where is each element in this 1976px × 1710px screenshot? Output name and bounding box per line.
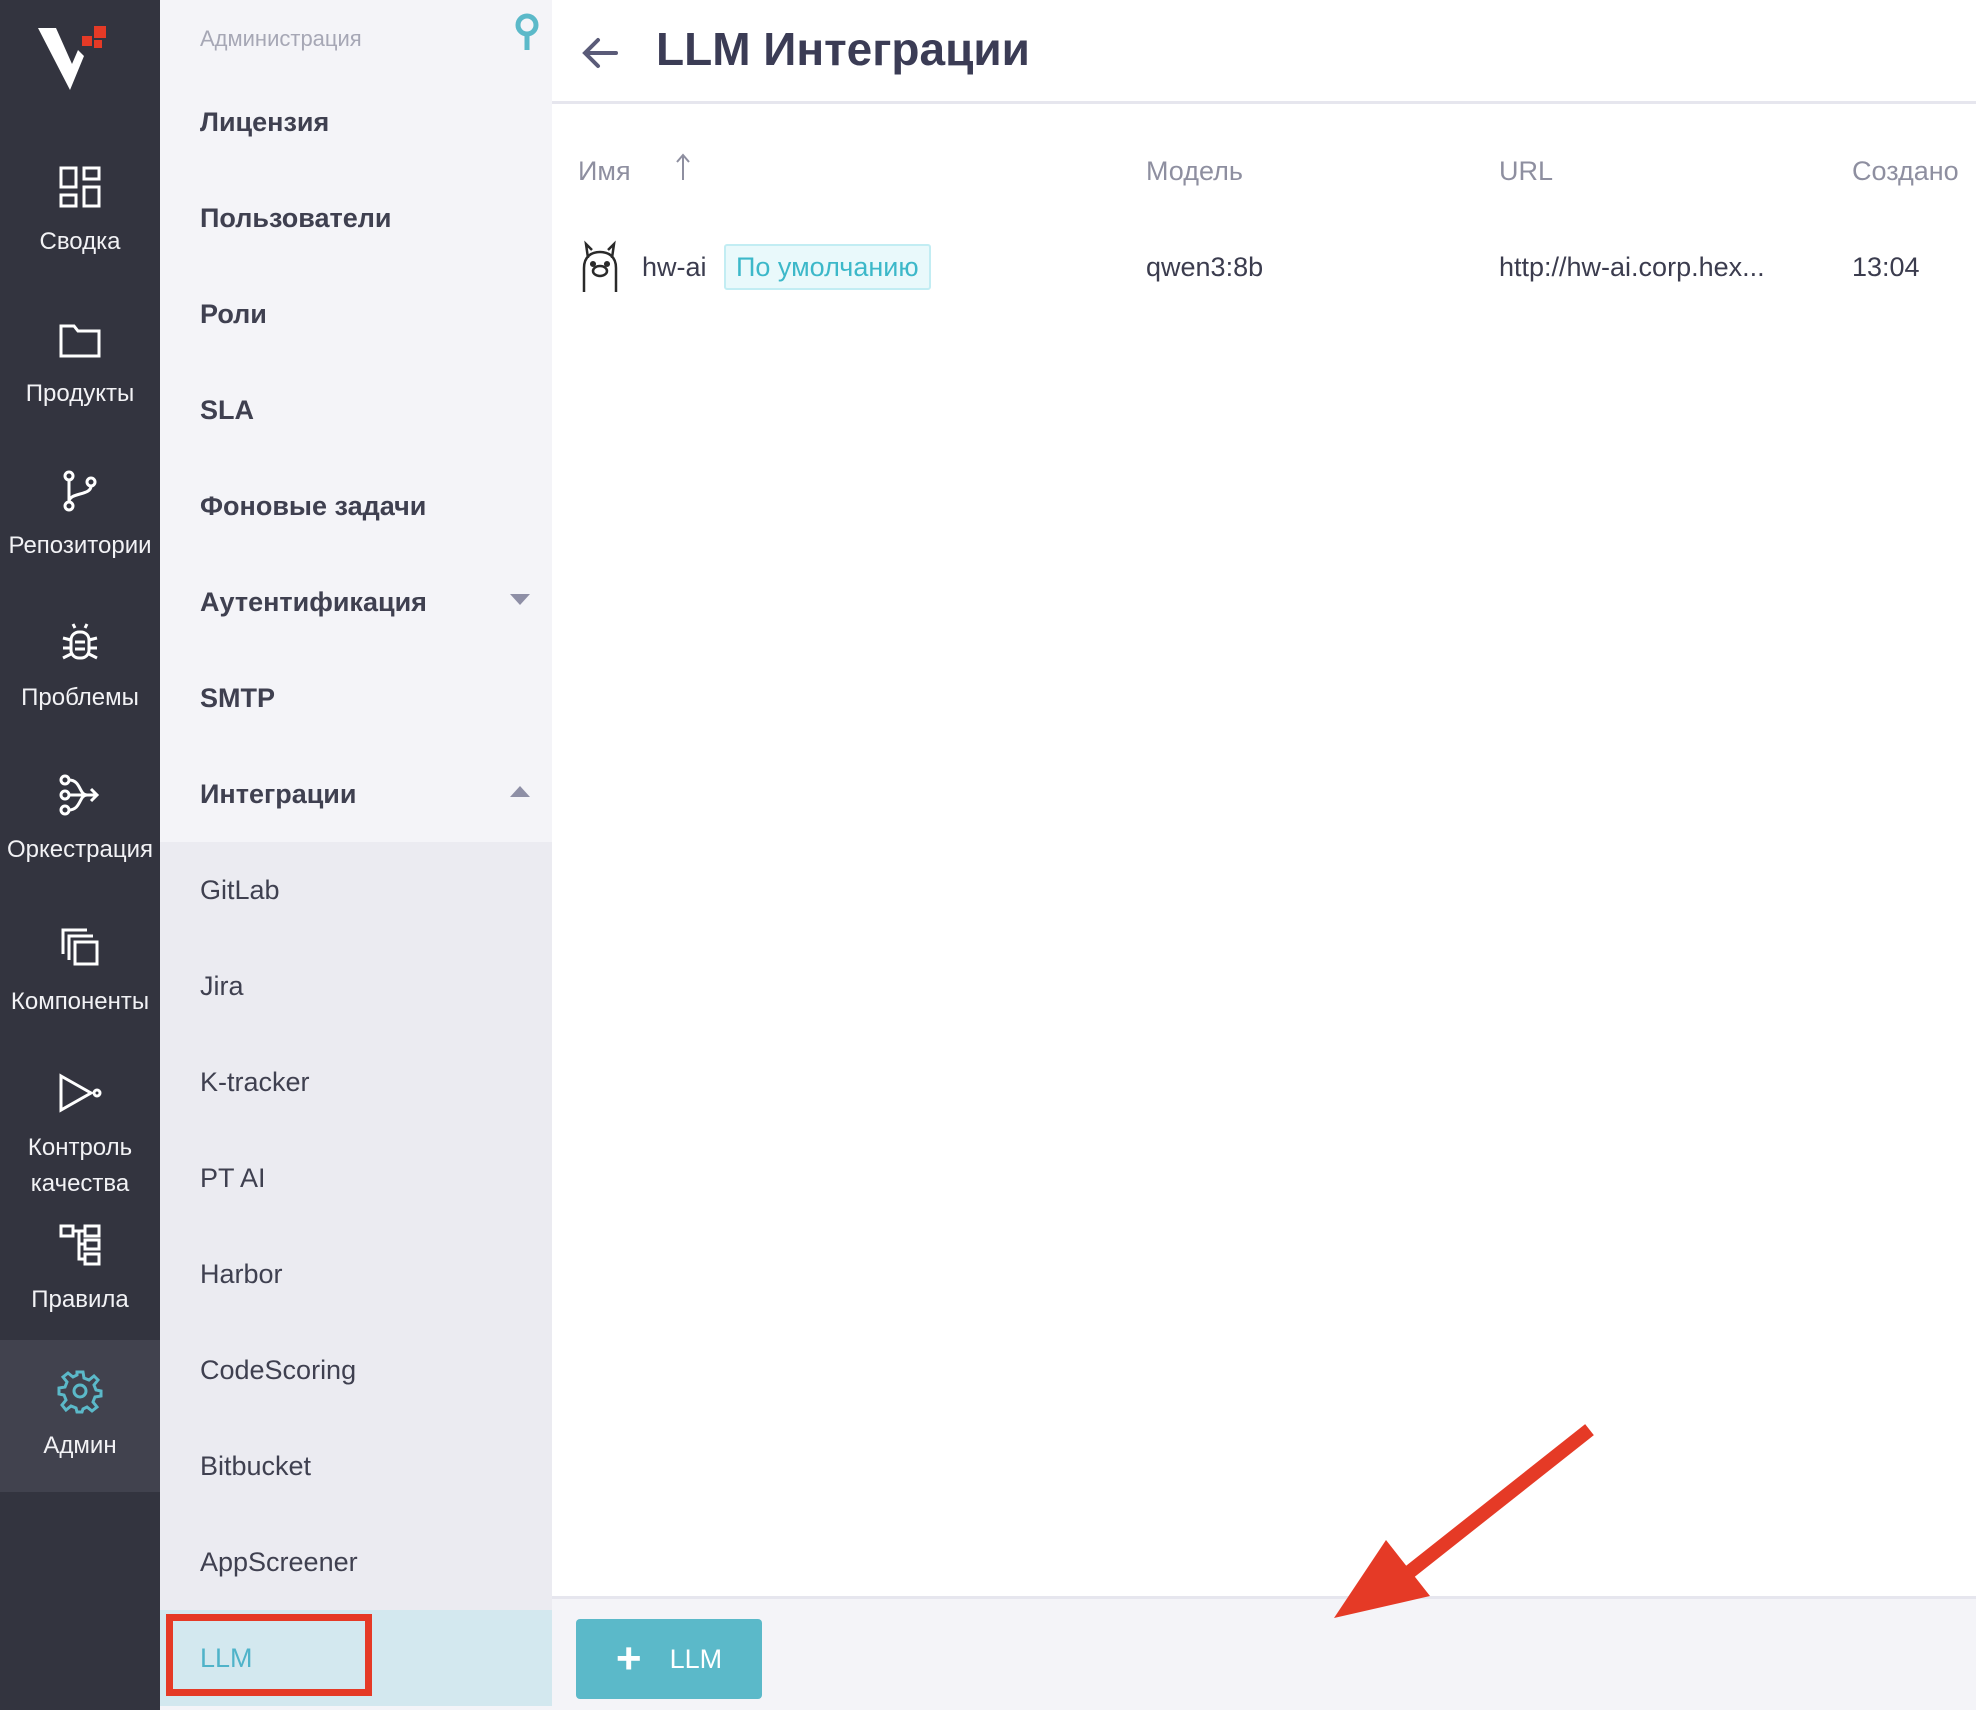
- menu-label: AppScreener: [200, 1546, 358, 1577]
- chevron-up-icon[interactable]: [510, 786, 530, 797]
- add-llm-label: LLM: [669, 1643, 723, 1674]
- cell-name: hw-ai: [642, 252, 707, 282]
- menu-label: SMTP: [200, 682, 276, 713]
- rail-item-label: Компоненты: [10, 988, 150, 1015]
- menu-label: LLM: [200, 1642, 253, 1673]
- menu-label: SLA: [200, 394, 254, 425]
- page-footer: + LLM: [552, 1596, 1976, 1710]
- submenu-item-roles[interactable]: Роли: [160, 266, 552, 362]
- submenu-item-ptai[interactable]: PT AI: [160, 1130, 552, 1226]
- menu-label: Jira: [200, 970, 244, 1001]
- add-llm-button[interactable]: + LLM: [576, 1619, 762, 1699]
- submenu-item-jira[interactable]: Jira: [160, 938, 552, 1034]
- submenu-item-harbor[interactable]: Harbor: [160, 1226, 552, 1322]
- rail-item-orchestration[interactable]: Оркестрация: [0, 744, 160, 896]
- rail-item-label: Правила: [31, 1286, 129, 1313]
- table-row[interactable]: hw-ai По умолчанию qwen3:8b http://hw-ai…: [552, 230, 1976, 304]
- cell-created: 13:04: [1852, 252, 1920, 282]
- chevron-down-icon[interactable]: [510, 594, 530, 605]
- column-label: Имя: [578, 156, 631, 186]
- main-content: LLM Интеграции Имя Модель URL Создано hw…: [552, 0, 1976, 1710]
- page-title: LLM Интеграции: [656, 23, 1030, 75]
- column-label: URL: [1499, 156, 1554, 186]
- rail-item-products[interactable]: Продукты: [0, 288, 160, 440]
- menu-label: Роли: [200, 298, 267, 329]
- rail-item-admin[interactable]: Админ: [0, 1340, 160, 1492]
- rail-item-label: Репозитории: [8, 532, 152, 559]
- submenu-item-appscreener[interactable]: AppScreener: [160, 1514, 552, 1610]
- admin-submenu: Администрация Лицензия Пользователи Роли…: [160, 0, 552, 1710]
- submenu-group-title: Администрация: [200, 26, 362, 51]
- orchestration-icon: [59, 774, 100, 816]
- column-label: Модель: [1146, 156, 1243, 186]
- menu-label: Аутентификация: [200, 586, 427, 617]
- submenu-item-integrations[interactable]: Интеграции: [160, 746, 552, 842]
- menu-label: Фоновые задачи: [200, 490, 427, 521]
- submenu-item-llm[interactable]: LLM: [160, 1610, 552, 1706]
- rail-item-repositories[interactable]: Репозитории: [0, 440, 160, 592]
- rules-icon: [59, 1224, 101, 1266]
- column-label: Создано: [1852, 156, 1959, 186]
- rail-item-label: Оркестрация: [7, 836, 153, 863]
- pin-icon[interactable]: [512, 12, 542, 52]
- column-header-model[interactable]: Модель: [1146, 156, 1243, 187]
- rail-item-label: Сводка: [39, 228, 121, 255]
- default-badge: По умолчанию: [724, 244, 931, 290]
- gear-icon: [57, 1370, 103, 1414]
- git-branch-icon: [63, 470, 97, 512]
- rail-item-label: Админ: [43, 1432, 117, 1459]
- quality-gate-icon: [59, 1073, 102, 1113]
- cell-url: http://hw-ai.corp.hex...: [1499, 252, 1765, 282]
- llama-icon: [582, 240, 618, 292]
- menu-label: Лицензия: [200, 106, 330, 137]
- menu-label: PT AI: [200, 1162, 266, 1193]
- menu-label: Интеграции: [200, 778, 357, 809]
- components-icon: [61, 928, 99, 966]
- rail-item-label: Контроль качества: [27, 1134, 133, 1197]
- submenu-item-background-tasks[interactable]: Фоновые задачи: [160, 458, 552, 554]
- submenu-item-bitbucket[interactable]: Bitbucket: [160, 1418, 552, 1514]
- rail-item-summary[interactable]: Сводка: [0, 136, 160, 288]
- submenu-item-codescoring[interactable]: CodeScoring: [160, 1322, 552, 1418]
- menu-label: Bitbucket: [200, 1450, 312, 1481]
- dashboard-icon: [59, 166, 101, 208]
- bug-icon: [62, 623, 98, 660]
- submenu-item-sla[interactable]: SLA: [160, 362, 552, 458]
- submenu-item-gitlab[interactable]: GitLab: [160, 842, 552, 938]
- column-header-url[interactable]: URL: [1499, 156, 1553, 187]
- page-header: LLM Интеграции: [552, 0, 1976, 104]
- rail-item-label: Проблемы: [21, 684, 139, 711]
- sort-ascending-icon[interactable]: [674, 152, 692, 182]
- submenu-item-users[interactable]: Пользователи: [160, 170, 552, 266]
- menu-label: CodeScoring: [200, 1354, 357, 1385]
- folder-icon: [59, 324, 101, 358]
- submenu-item-ktracker[interactable]: K-tracker: [160, 1034, 552, 1130]
- submenu-item-smtp[interactable]: SMTP: [160, 650, 552, 746]
- menu-label: Harbor: [200, 1258, 283, 1289]
- main-nav-rail: Сводка Продукты Репозитории Проблемы Орк…: [0, 0, 160, 1710]
- menu-label: Пользователи: [200, 202, 392, 233]
- rail-item-quality[interactable]: Контроль качества: [0, 1048, 160, 1224]
- app-logo[interactable]: [38, 26, 118, 94]
- menu-label: GitLab: [200, 874, 280, 905]
- menu-label: K-tracker: [200, 1066, 310, 1097]
- rail-item-components[interactable]: Компоненты: [0, 896, 160, 1048]
- back-arrow-icon[interactable]: [578, 30, 624, 76]
- column-header-name[interactable]: Имя: [578, 153, 690, 187]
- submenu-item-license[interactable]: Лицензия: [160, 74, 552, 170]
- rail-item-issues[interactable]: Проблемы: [0, 592, 160, 744]
- rail-item-rules[interactable]: Правила: [0, 1200, 160, 1340]
- cell-model: qwen3:8b: [1146, 252, 1264, 282]
- rail-item-label: Продукты: [25, 380, 135, 407]
- column-header-created[interactable]: Создано: [1852, 156, 1959, 187]
- submenu-item-authentication[interactable]: Аутентификация: [160, 554, 552, 650]
- plus-icon: +: [615, 1634, 642, 1683]
